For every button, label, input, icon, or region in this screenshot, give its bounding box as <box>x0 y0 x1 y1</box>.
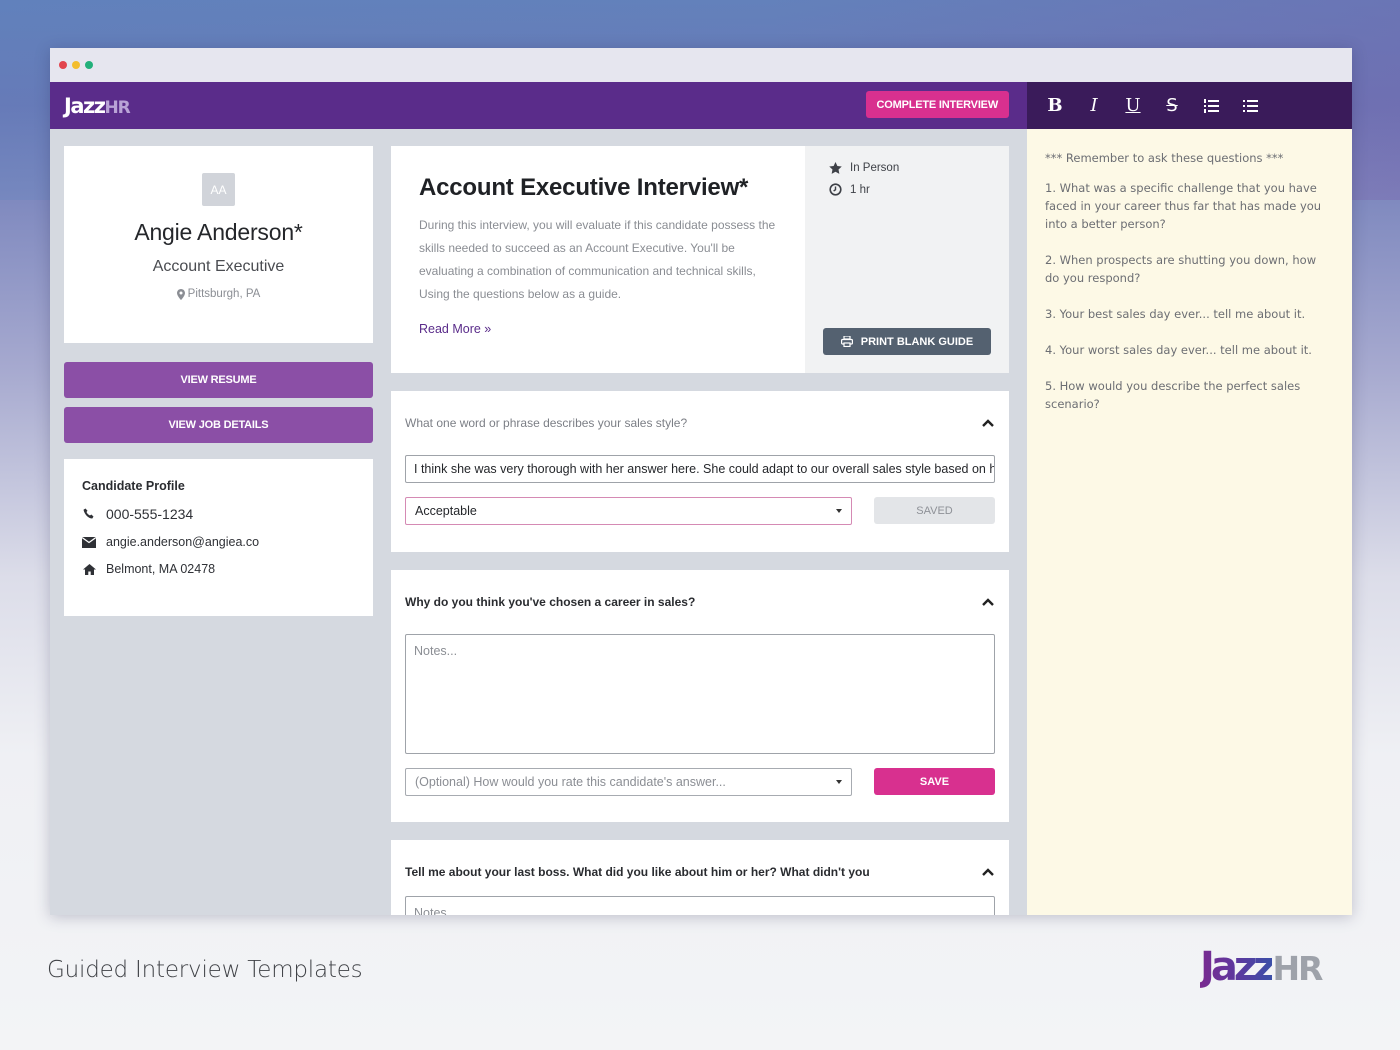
map-marker-icon <box>176 288 185 300</box>
rating-selected-value: Acceptable <box>415 504 477 518</box>
interview-meta-section: In Person 1 hr PRINT BLANK GUIDE <box>805 146 1009 373</box>
clock-icon <box>829 183 842 196</box>
candidate-location: Pittsburgh, PA <box>64 288 373 300</box>
logo-main: Jazz <box>64 93 106 118</box>
complete-interview-button[interactable]: COMPLETE INTERVIEW <box>865 91 1009 118</box>
save-button[interactable]: SAVE <box>874 768 995 795</box>
brand-suffix: HR <box>1272 949 1323 988</box>
feature-caption: Guided Interview Templates <box>47 957 363 983</box>
candidate-name: Angie Anderson* <box>134 219 303 245</box>
phone-number[interactable]: 000-555-1234 <box>106 506 193 522</box>
interview-format: In Person <box>829 162 985 174</box>
star-icon <box>829 162 842 174</box>
phone-row: 000-555-1234 <box>82 506 355 522</box>
strikethrough-button[interactable]: S <box>1160 94 1184 118</box>
notes-item: 1. What was a specific challenge that yo… <box>1045 181 1322 231</box>
address: Belmont, MA 02478 <box>106 562 216 576</box>
question-header[interactable]: Why do you think you've chosen a career … <box>405 570 995 634</box>
format-text: In Person <box>850 162 900 174</box>
print-blank-guide-button[interactable]: PRINT BLANK GUIDE <box>823 328 991 355</box>
printer-icon <box>840 336 853 347</box>
jazzhr-logo[interactable]: Jazz HR <box>64 93 131 118</box>
unordered-list-icon <box>1243 99 1258 112</box>
question-text: What one word or phrase describes your s… <box>405 416 688 430</box>
notes-textarea[interactable]: Notes... <box>405 896 995 915</box>
notes-item: 2. When prospects are shutting you down,… <box>1045 253 1317 285</box>
jazzhr-brand-logo: Jazz HR <box>1200 944 1323 990</box>
rating-placeholder: (Optional) How would you rate this candi… <box>415 775 726 789</box>
app-window: Jazz HR COMPLETE INTERVIEW B I U S AA Ang… <box>50 48 1352 915</box>
answer-input[interactable]: I think she was very thorough with her a… <box>405 455 995 483</box>
duration-text: 1 hr <box>850 183 870 196</box>
interview-duration: 1 hr <box>829 183 985 196</box>
bold-button[interactable]: B <box>1043 94 1067 118</box>
chevron-up-icon[interactable] <box>981 416 995 430</box>
ordered-list-button[interactable] <box>1199 94 1223 118</box>
question-header[interactable]: What one word or phrase describes your s… <box>405 391 995 455</box>
print-button-label: PRINT BLANK GUIDE <box>860 335 974 348</box>
caret-down-icon <box>836 509 842 513</box>
view-job-details-button[interactable]: VIEW JOB DETAILS <box>64 407 373 443</box>
email-address[interactable]: angie.anderson@angiea.co <box>106 535 259 549</box>
candidate-profile-heading: Candidate Profile <box>82 479 185 493</box>
avatar: AA <box>202 173 235 206</box>
email-row: angie.anderson@angiea.co <box>82 535 355 549</box>
underline-button[interactable]: U <box>1121 94 1145 118</box>
notes-heading: *** Remember to ask these questions *** <box>1045 151 1284 165</box>
question-header[interactable]: Tell me about your last boss. What did y… <box>405 840 995 904</box>
notes-textarea[interactable]: Notes... <box>405 634 995 754</box>
brand-main: Jazz <box>1200 944 1276 990</box>
question-card: Why do you think you've chosen a career … <box>391 570 1009 822</box>
question-text: Why do you think you've chosen a career … <box>405 595 696 609</box>
read-more-link[interactable]: Read More » <box>419 322 491 336</box>
rich-text-toolbar: B I U S <box>1027 82 1352 129</box>
interview-title: Account Executive Interview* <box>419 174 749 201</box>
ordered-list-icon <box>1204 98 1219 113</box>
top-navigation-bar: Jazz HR COMPLETE INTERVIEW <box>50 82 1027 129</box>
maximize-window-button[interactable] <box>85 61 93 69</box>
notes-item: 5. How would you describe the perfect sa… <box>1045 379 1301 411</box>
rating-select[interactable]: Acceptable <box>405 497 852 525</box>
saved-button[interactable]: SAVED <box>874 497 995 524</box>
unordered-list-button[interactable] <box>1238 94 1262 118</box>
notes-item: 3. Your best sales day ever... tell me a… <box>1045 307 1306 321</box>
candidate-job-title: Account Executive <box>152 258 285 275</box>
chevron-up-icon[interactable] <box>981 595 995 609</box>
notes-item: 4. Your worst sales day ever... tell me … <box>1045 343 1312 357</box>
question-card: Tell me about your last boss. What did y… <box>391 840 1009 915</box>
rating-select[interactable]: (Optional) How would you rate this candi… <box>405 768 852 796</box>
minimize-window-button[interactable] <box>72 61 80 69</box>
question-card: What one word or phrase describes your s… <box>391 391 1009 552</box>
chevron-up-icon[interactable] <box>981 865 995 879</box>
caret-down-icon <box>836 780 842 784</box>
interview-description-section: Account Executive Interview* During this… <box>391 146 805 373</box>
interview-overview-card: Account Executive Interview* During this… <box>391 146 1009 373</box>
envelope-icon <box>82 536 96 548</box>
italic-button[interactable]: I <box>1082 94 1106 118</box>
logo-suffix: HR <box>104 97 130 118</box>
interviewer-notes-panel[interactable]: *** Remember to ask these questions *** … <box>1027 129 1352 915</box>
candidate-profile-card: Candidate Profile 000-555-1234 angie.and… <box>64 459 373 616</box>
window-titlebar <box>50 48 1352 82</box>
view-resume-button[interactable]: VIEW RESUME <box>64 362 373 398</box>
candidate-summary-card: AA Angie Anderson* Account Executive Pit… <box>64 146 373 343</box>
location-text: Pittsburgh, PA <box>187 288 261 300</box>
interview-description: During this interview, you will evaluate… <box>419 218 776 301</box>
close-window-button[interactable] <box>59 61 67 69</box>
home-icon <box>82 563 96 575</box>
question-text: Tell me about your last boss. What did y… <box>405 865 870 879</box>
address-row: Belmont, MA 02478 <box>82 562 355 576</box>
phone-icon <box>83 508 94 519</box>
